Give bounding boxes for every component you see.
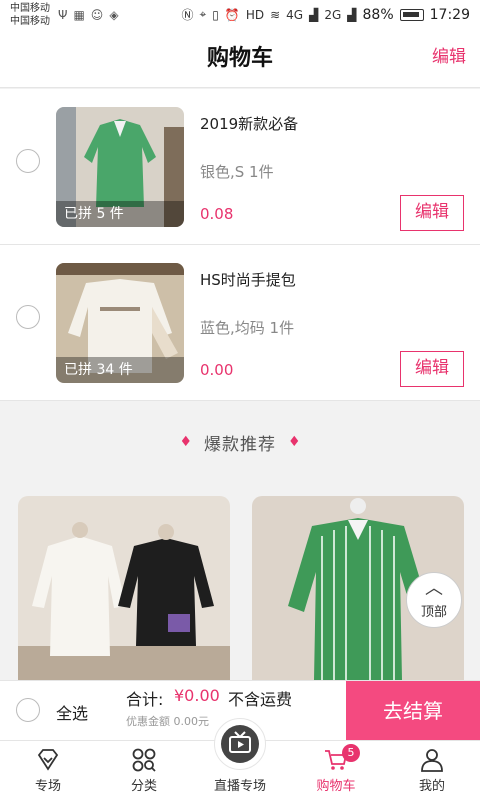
recommend-title: 爆款推荐 xyxy=(204,434,276,455)
tab-label: 我的 xyxy=(418,779,445,794)
tab-label: 购物车 xyxy=(316,779,356,794)
recommend-product-card[interactable] xyxy=(18,496,230,680)
clock: 17:29 xyxy=(429,6,470,23)
tab-mine[interactable]: 我的 xyxy=(384,741,480,800)
alarm-icon: ⏰ xyxy=(224,7,240,22)
tab-label: 专场 xyxy=(34,779,61,794)
item-edit-button[interactable]: 编辑 xyxy=(400,195,464,231)
item-checkbox[interactable] xyxy=(16,149,40,173)
carrier-info: 中国移动 中国移动 xyxy=(10,2,50,28)
wifi-icon: ≋ xyxy=(270,7,281,22)
tab-cart[interactable]: 购物车 xyxy=(288,741,384,800)
product-name[interactable]: 2019新款必备 xyxy=(200,113,298,134)
tab-fenlei[interactable]: 分类 xyxy=(96,741,192,800)
header-edit-button[interactable]: 编辑 xyxy=(432,42,466,67)
live-tv-icon xyxy=(229,731,251,753)
group-count: 已拼 34 件 xyxy=(56,357,184,383)
product-spec: 蓝色,均码 1件 xyxy=(200,319,295,337)
product-spec: 银色,S 1件 xyxy=(200,163,274,181)
header: 购物车 编辑 xyxy=(0,30,480,88)
nfc-icon: Ⓝ xyxy=(181,8,194,22)
total-label: 合计: xyxy=(126,690,164,709)
carrier-1: 中国移动 xyxy=(10,3,50,14)
notification-icons: Ψ ▦ ☺ ◈ xyxy=(58,8,119,22)
item-edit-button[interactable]: 编辑 xyxy=(400,351,464,387)
carrier-2: 中国移动 xyxy=(10,16,50,27)
product-price: 0.00 xyxy=(200,361,234,379)
scroll-top-button[interactable]: ︿ 顶部 xyxy=(406,572,462,628)
flame-icon: ♦ xyxy=(288,434,301,450)
shipping-note: 不含运费 xyxy=(228,690,293,709)
select-all-checkbox[interactable] xyxy=(16,698,40,722)
cart-badge: 5 xyxy=(342,744,360,762)
scroll-top-label: 顶部 xyxy=(420,605,447,620)
chart-icon: ▦ xyxy=(73,8,85,22)
vibrate-icon: ▯ xyxy=(212,7,219,22)
tab-label: 分类 xyxy=(130,779,157,794)
select-all-label[interactable]: 全选 xyxy=(56,700,88,724)
flame-icon: ♦ xyxy=(179,434,192,450)
hd-icon: HD xyxy=(245,7,265,22)
page-title: 购物车 xyxy=(206,46,273,71)
battery-percent: 88% xyxy=(362,6,394,23)
diamond-icon xyxy=(37,749,59,771)
usb-icon: Ψ xyxy=(58,8,68,22)
sweaters-image xyxy=(18,496,230,680)
tab-zhuanchang[interactable]: 专场 xyxy=(0,741,96,800)
checkout-button[interactable]: 去结算 xyxy=(346,681,480,741)
cart-item: 已拼 34 件 HS时尚手提包 蓝色,均码 1件 0.00 编辑 xyxy=(0,245,480,401)
total-value: ¥0.00 xyxy=(174,686,220,705)
signal-icon: ▟ xyxy=(309,7,319,22)
category-icon xyxy=(132,748,156,772)
network-2g: 2G xyxy=(324,7,342,22)
live-button[interactable] xyxy=(214,718,266,770)
product-price: 0.08 xyxy=(200,205,234,223)
group-count: 已拼 5 件 xyxy=(56,201,184,227)
cart-list: 已拼 5 件 2019新款必备 银色,S 1件 0.08 编辑 已拼 34 件 … xyxy=(0,89,480,401)
item-checkbox[interactable] xyxy=(16,305,40,329)
chevron-up-icon: ︿ xyxy=(425,578,443,599)
recommend-header: ♦ 爆款推荐 ♦ xyxy=(0,404,480,480)
shield-icon: ◈ xyxy=(109,8,119,22)
location-icon: ⌖ xyxy=(199,7,207,21)
product-thumbnail[interactable]: 已拼 34 件 xyxy=(56,263,184,383)
app-notification-icon: ☺ xyxy=(90,8,104,22)
tab-label: 直播专场 xyxy=(213,779,266,794)
product-name[interactable]: HS时尚手提包 xyxy=(200,269,296,290)
user-icon xyxy=(421,749,443,772)
status-right: Ⓝ ⌖ ▯ ⏰ HD ≋ 4G ▟ 2G ▟ 88% 17:29 xyxy=(182,6,471,23)
battery-icon xyxy=(399,8,424,21)
discount-amount: 优惠金额 0.00元 xyxy=(126,715,209,728)
signal-icon-2: ▟ xyxy=(347,7,357,22)
status-bar: 中国移动 中国移动 Ψ ▦ ☺ ◈ Ⓝ ⌖ ▯ ⏰ HD ≋ 4G ▟ 2G ▟… xyxy=(0,0,480,30)
product-thumbnail[interactable]: 已拼 5 件 xyxy=(56,107,184,227)
network-4g: 4G xyxy=(286,7,304,22)
cart-item: 已拼 5 件 2019新款必备 银色,S 1件 0.08 编辑 xyxy=(0,89,480,245)
